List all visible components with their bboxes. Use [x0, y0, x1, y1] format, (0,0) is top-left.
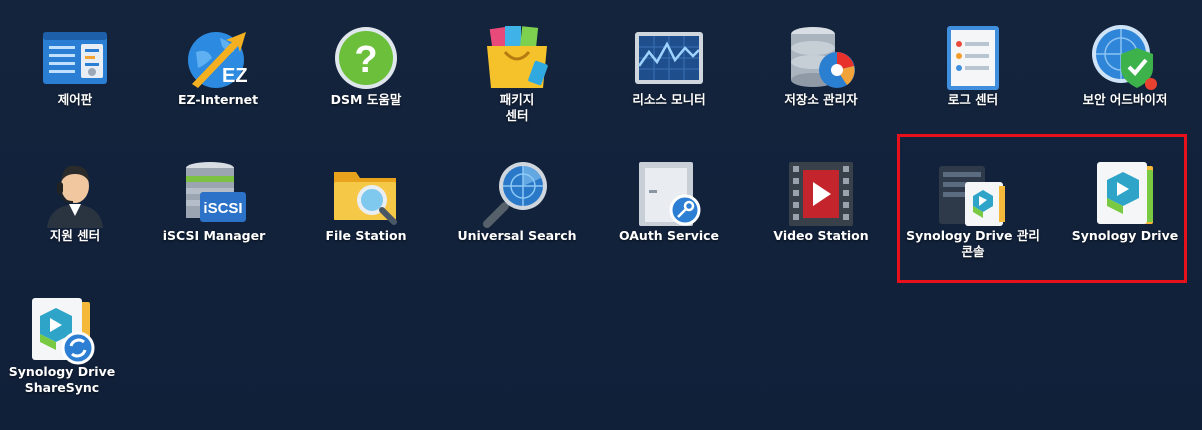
app-label: 제어판 — [57, 92, 93, 107]
synology-drive-icon — [1089, 158, 1161, 230]
file-station-icon — [330, 158, 402, 230]
iscsi-icon: iSCSI — [178, 158, 250, 230]
app-label: Synology Drive 관리 콘솔 — [906, 228, 1040, 259]
universal-search-icon — [481, 158, 553, 230]
support-center-icon — [39, 158, 111, 230]
app-label: OAuth Service — [618, 228, 720, 243]
app-iscsi-manager[interactable]: iSCSI iSCSI Manager — [139, 142, 289, 272]
svg-text:?: ? — [354, 39, 377, 81]
resource-monitor-icon — [633, 22, 705, 94]
package-center-icon — [481, 22, 553, 94]
drive-sharesync-icon — [26, 294, 98, 366]
log-center-icon — [937, 22, 1009, 94]
app-label: 보안 어드바이저 — [1082, 92, 1168, 107]
svg-text:EZ: EZ — [222, 65, 248, 87]
oauth-service-icon — [633, 158, 705, 230]
app-label: EZ-Internet — [177, 92, 259, 107]
app-log-center[interactable]: 로그 센터 — [898, 6, 1048, 136]
app-ez-internet[interactable]: EZ EZ-Internet — [143, 6, 293, 136]
app-label: 리소스 모니터 — [632, 92, 706, 107]
app-drive-admin-console[interactable]: Synology Drive 관리 콘솔 — [898, 142, 1048, 272]
app-storage-manager[interactable]: 저장소 관리자 — [746, 6, 896, 136]
app-file-station[interactable]: File Station — [291, 142, 441, 272]
app-label: 로그 센터 — [947, 92, 999, 107]
ez-internet-icon: EZ — [182, 22, 254, 94]
app-label: File Station — [325, 228, 407, 243]
desktop-app-grid: 제어판 EZ EZ-Internet ? DSM 도움말 패키지 센터 리소스 … — [0, 0, 1202, 430]
app-synology-drive[interactable]: Synology Drive — [1050, 142, 1200, 272]
app-label: Synology Drive — [1071, 228, 1179, 243]
app-universal-search[interactable]: Universal Search — [442, 142, 592, 272]
app-support-center[interactable]: 지원 센터 — [0, 142, 150, 272]
drive-admin-console-icon — [937, 158, 1009, 230]
app-label: Synology Drive ShareSync — [8, 364, 116, 395]
app-resource-monitor[interactable]: 리소스 모니터 — [594, 6, 744, 136]
svg-text:iSCSI: iSCSI — [203, 200, 242, 217]
app-oauth-service[interactable]: OAuth Service — [594, 142, 744, 272]
security-advisor-icon — [1089, 22, 1161, 94]
app-label: iSCSI Manager — [162, 228, 266, 243]
app-label: 패키지 센터 — [499, 92, 535, 123]
app-label: 저장소 관리자 — [784, 92, 858, 107]
app-label: Video Station — [773, 228, 869, 243]
app-package-center[interactable]: 패키지 센터 — [442, 6, 592, 136]
app-control-panel[interactable]: 제어판 — [0, 6, 150, 136]
app-drive-sharesync[interactable]: Synology Drive ShareSync — [0, 278, 137, 408]
app-label: DSM 도움말 — [330, 92, 402, 107]
app-label: 지원 센터 — [49, 228, 101, 243]
video-station-icon — [785, 158, 857, 230]
control-panel-icon — [39, 22, 111, 94]
app-label: Universal Search — [457, 228, 577, 243]
storage-manager-icon — [785, 22, 857, 94]
app-video-station[interactable]: Video Station — [746, 142, 896, 272]
help-icon: ? — [330, 22, 402, 94]
app-dsm-help[interactable]: ? DSM 도움말 — [291, 6, 441, 136]
app-security-advisor[interactable]: 보안 어드바이저 — [1050, 6, 1200, 136]
